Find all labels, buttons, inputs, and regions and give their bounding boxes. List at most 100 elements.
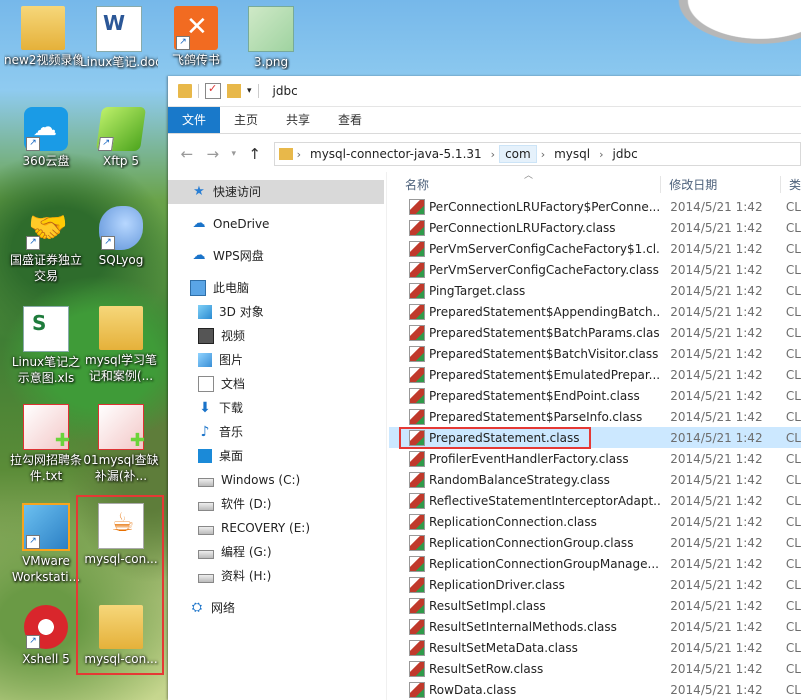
java-class-file-icon [409, 534, 425, 551]
column-header-type[interactable]: 类 [781, 176, 801, 193]
forward-arrow-icon[interactable]: → [202, 143, 224, 165]
nav-item-label: Windows (C:) [221, 473, 301, 487]
excel-icon[interactable]: S Linux笔记之示意图.xls [7, 306, 85, 386]
file-date: 2014/5/21 1:42 [670, 430, 763, 445]
folder-icon[interactable]: new2视频录像软件ba... [4, 6, 82, 68]
desktop-icon-label: Xftp 5 [102, 154, 139, 168]
nav-item[interactable]: 此电脑 [168, 276, 386, 300]
tab-home[interactable]: 主页 [220, 107, 272, 133]
nav-item[interactable]: 资料 (H:) [168, 564, 386, 588]
tab-file[interactable]: 文件 [168, 107, 221, 133]
file-row[interactable]: PreparedStatement$EndPoint.class 2014/5/2… [389, 385, 801, 406]
nav-item[interactable]: 编程 (G:) [168, 540, 386, 564]
nav-item[interactable]: ☁ OneDrive [168, 212, 386, 236]
onedrive-icon: ☁ [192, 216, 206, 231]
nav-item[interactable]: ☁ WPS网盘 [168, 244, 386, 268]
text-file-icon[interactable]: ✚ 拉勾网招聘条件.txt [7, 404, 85, 484]
file-type: CL [785, 556, 801, 571]
file-row[interactable]: ReplicationConnectionGroup.class 2014/5/2… [389, 532, 801, 553]
file-date: 2014/5/21 1:42 [670, 346, 763, 361]
file-row[interactable]: PerConnectionLRUFactory.class 2014/5/21 1… [389, 217, 801, 238]
nav-item[interactable]: ⬇ 下载 [168, 396, 386, 420]
file-row[interactable]: PingTarget.class 2014/5/21 1:42 CL [389, 280, 801, 301]
xftp-icon[interactable]: ↗ Xftp 5 [82, 107, 160, 169]
wps-cloud-icon: ☁ [192, 248, 206, 263]
file-row[interactable]: ResultSetMetaData.class 2014/5/21 1:42 CL [389, 637, 801, 658]
tab-share[interactable]: 共享 [272, 107, 324, 133]
nav-item[interactable]: 3D 对象 [168, 300, 386, 324]
vmware-icon[interactable]: ↗ VMware Workstati... [7, 503, 85, 585]
desktop-icon-label: Linux笔记之示意图.xls [11, 355, 81, 385]
nav-item[interactable]: RECOVERY (E:) [168, 516, 386, 540]
properties-icon[interactable]: ✓ [205, 82, 221, 99]
folder-icon[interactable]: mysql学习笔记和案例(... [82, 306, 160, 384]
file-date: 2014/5/21 1:42 [670, 409, 763, 424]
address-bar[interactable]: › mysql-connector-java-5.1.31 › com › my… [273, 142, 801, 166]
nav-item[interactable]: 桌面 [168, 444, 386, 468]
dolphin-icon[interactable]: ↗ SQLyog [82, 206, 160, 268]
file-row[interactable]: PerVmServerConfigCacheFactory$1.cl... 201… [389, 238, 801, 259]
column-header-date[interactable]: 修改日期 [661, 175, 781, 193]
excel-icon: S [23, 306, 69, 352]
nav-item[interactable]: 文档 [168, 372, 386, 396]
file-row[interactable]: PreparedStatement$BatchParams.class 2014/… [389, 322, 801, 343]
back-arrow-icon[interactable]: ← [176, 143, 198, 165]
file-row[interactable]: ResultSetImpl.class 2014/5/21 1:42 CL [389, 595, 801, 616]
recent-locations-chevron-icon[interactable]: ▾ [228, 143, 240, 165]
star-icon: ★ [193, 184, 205, 199]
file-row[interactable]: PreparedStatement$BatchVisitor.class 2014… [389, 343, 801, 364]
java-class-file-icon [409, 450, 425, 467]
tab-view[interactable]: 查看 [324, 107, 376, 133]
java-class-file-icon [409, 387, 425, 404]
file-row[interactable]: RandomBalanceStrategy.class 2014/5/21 1:4… [389, 469, 801, 490]
file-row[interactable]: ReflectiveStatementInterceptorAdapt... 20… [389, 490, 801, 511]
new-folder-icon[interactable] [227, 84, 241, 98]
handshake-icon[interactable]: 🤝 ↗ 国盛证券独立交易 [7, 206, 85, 284]
file-row[interactable]: PreparedStatement$EmulatedPrepar... 2014/… [389, 364, 801, 385]
title-bar: ✓ ▾ jdbc [168, 76, 801, 107]
breadcrumb-item[interactable]: jdbc [608, 146, 643, 162]
nav-item-label: 桌面 [219, 449, 244, 463]
file-row[interactable]: RowData.class 2014/5/21 1:42 CL [389, 679, 801, 700]
desktop-icon-label: 3.png [253, 55, 289, 69]
file-row[interactable]: ReplicationConnection.class 2014/5/21 1:4… [389, 511, 801, 532]
up-arrow-icon[interactable]: ↑ [244, 143, 266, 165]
breadcrumb-item[interactable]: com [499, 145, 537, 163]
xshell-icon[interactable]: ↗ Xshell 5 [7, 605, 85, 667]
nav-item[interactable]: ♪ 音乐 [168, 420, 386, 444]
cloud-icon[interactable]: ☁ ↗ 360云盘 [7, 107, 85, 169]
chevron-down-icon[interactable]: ▾ [247, 86, 252, 96]
file-name: PreparedStatement$AppendingBatch... [429, 304, 661, 319]
nav-item[interactable]: ★ 快速访问 [168, 180, 384, 204]
drive-icon [198, 477, 214, 487]
file-row[interactable]: PreparedStatement$AppendingBatch... 2014/… [389, 301, 801, 322]
breadcrumb-item[interactable]: mysql [549, 146, 595, 162]
word-document-icon[interactable]: W Linux笔记.doc [80, 6, 158, 70]
file-row[interactable]: ReplicationConnectionGroupManage... 2014/… [389, 553, 801, 574]
file-row[interactable]: PerVmServerConfigCacheFactory.class 2014/… [389, 259, 801, 280]
feige-app-icon[interactable]: ✕ ↗ 飞鸽传书 [157, 6, 235, 68]
desktop-icon-label: 01mysql查缺补漏(补... [83, 453, 159, 483]
nav-item[interactable]: 软件 (D:) [168, 492, 386, 516]
file-row[interactable]: PreparedStatement$ParseInfo.class 2014/5/… [389, 406, 801, 427]
nav-item[interactable]: 视频 [168, 324, 386, 348]
folder-icon [99, 306, 143, 350]
file-row[interactable]: ResultSetInternalMethods.class 2014/5/21 … [389, 616, 801, 637]
drive-icon [198, 501, 214, 511]
nav-item-label: 文档 [221, 377, 246, 391]
text-file-icon[interactable]: ✚ 01mysql查缺补漏(补... [82, 404, 160, 484]
nav-item[interactable]: Windows (C:) [168, 468, 386, 492]
java-class-file-icon [409, 198, 425, 215]
nav-item[interactable]: 图片 [168, 348, 386, 372]
image-file-icon[interactable]: 3.png [232, 6, 310, 70]
file-row[interactable]: ResultSetRow.class 2014/5/21 1:42 CL [389, 658, 801, 679]
file-row[interactable]: ReplicationDriver.class 2014/5/21 1:42 CL [389, 574, 801, 595]
file-type: CL [785, 493, 801, 508]
breadcrumb-item[interactable]: mysql-connector-java-5.1.31 [305, 146, 487, 162]
document-icon [198, 376, 214, 392]
nav-item[interactable]: ⛭ 网络 [168, 596, 386, 620]
file-row[interactable]: ProfilerEventHandlerFactory.class 2014/5/… [389, 448, 801, 469]
file-row[interactable]: PerConnectionLRUFactory$PerConne... 2014/… [389, 196, 801, 217]
file-row[interactable]: PreparedStatement.class 2014/5/21 1:42 CL [389, 427, 801, 448]
file-type: CL [785, 199, 801, 214]
